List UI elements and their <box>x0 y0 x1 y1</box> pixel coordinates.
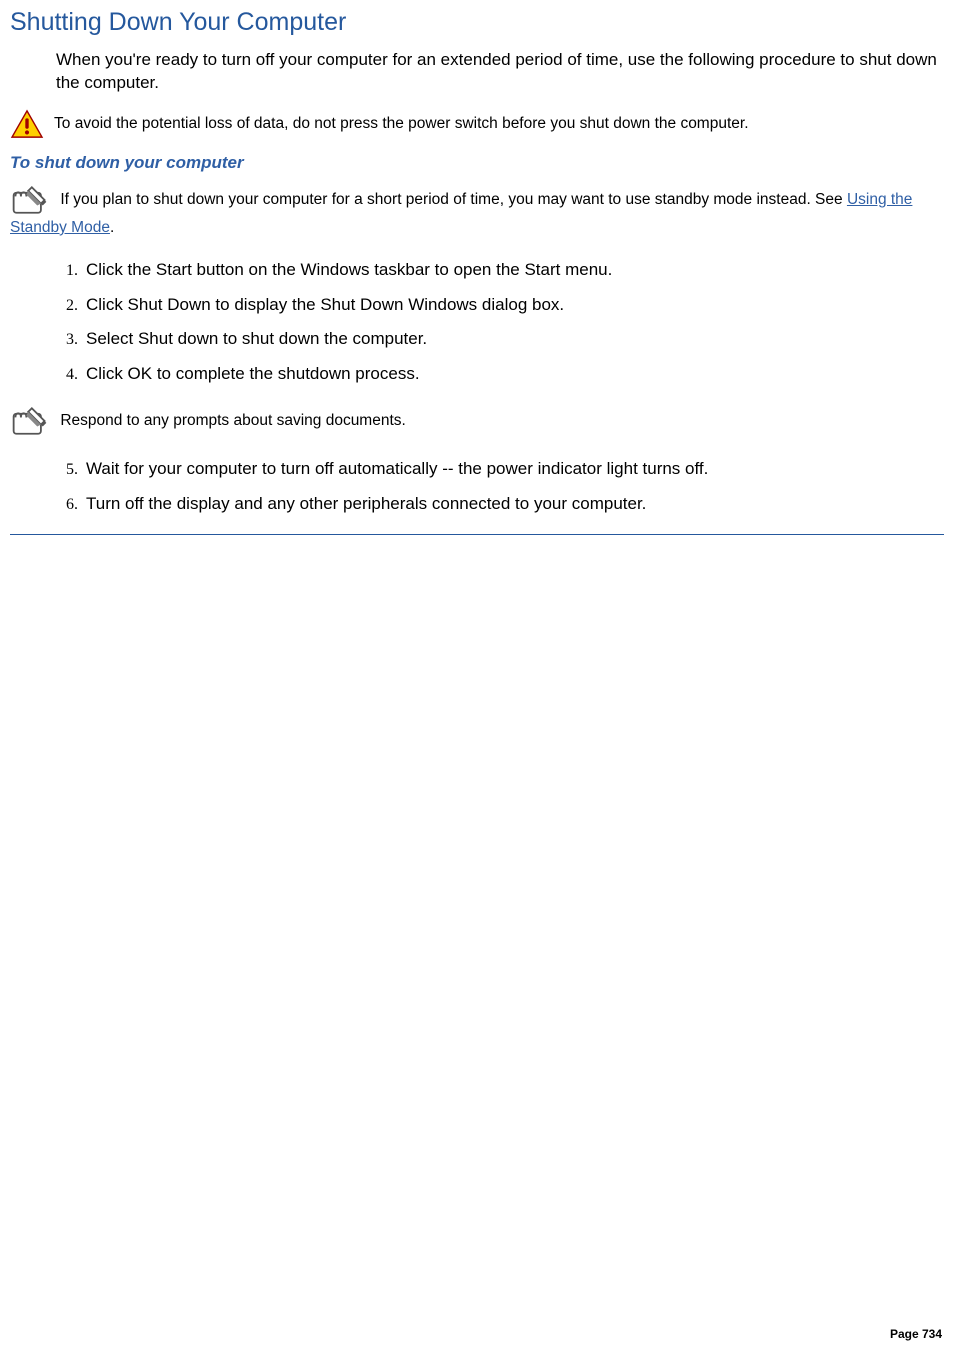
document-page: Shutting Down Your Computer When you're … <box>0 0 954 545</box>
horizontal-rule <box>10 534 944 535</box>
step-item: Select Shut down to shut down the comput… <box>82 324 944 359</box>
steps-list-second: Wait for your computer to turn off autom… <box>54 454 944 524</box>
note-block-standby: If you plan to shut down your computer f… <box>10 183 944 239</box>
step-item: Click the Start button on the Windows ta… <box>82 255 944 290</box>
note-text-part2: . <box>110 219 114 236</box>
pencil-note-icon <box>10 183 50 217</box>
warning-text: To avoid the potential loss of data, do … <box>54 115 748 132</box>
intro-paragraph: When you're ready to turn off your compu… <box>56 49 944 95</box>
warning-block: To avoid the potential loss of data, do … <box>10 109 944 139</box>
page-number: Page 734 <box>890 1327 942 1341</box>
step-item: Click OK to complete the shutdown proces… <box>82 359 944 394</box>
page-title: Shutting Down Your Computer <box>10 8 944 37</box>
step-item: Wait for your computer to turn off autom… <box>82 454 944 489</box>
step-item: Turn off the display and any other perip… <box>82 489 944 524</box>
step-item: Click Shut Down to display the Shut Down… <box>82 290 944 325</box>
note-block-prompts: Respond to any prompts about saving docu… <box>10 404 944 438</box>
pencil-note-icon <box>10 404 50 438</box>
steps-list-first: Click the Start button on the Windows ta… <box>54 255 944 395</box>
section-subhead: To shut down your computer <box>10 153 944 173</box>
warning-icon <box>10 109 44 139</box>
note-text-part1: If you plan to shut down your computer f… <box>60 191 847 208</box>
inline-note-text: Respond to any prompts about saving docu… <box>60 412 406 429</box>
